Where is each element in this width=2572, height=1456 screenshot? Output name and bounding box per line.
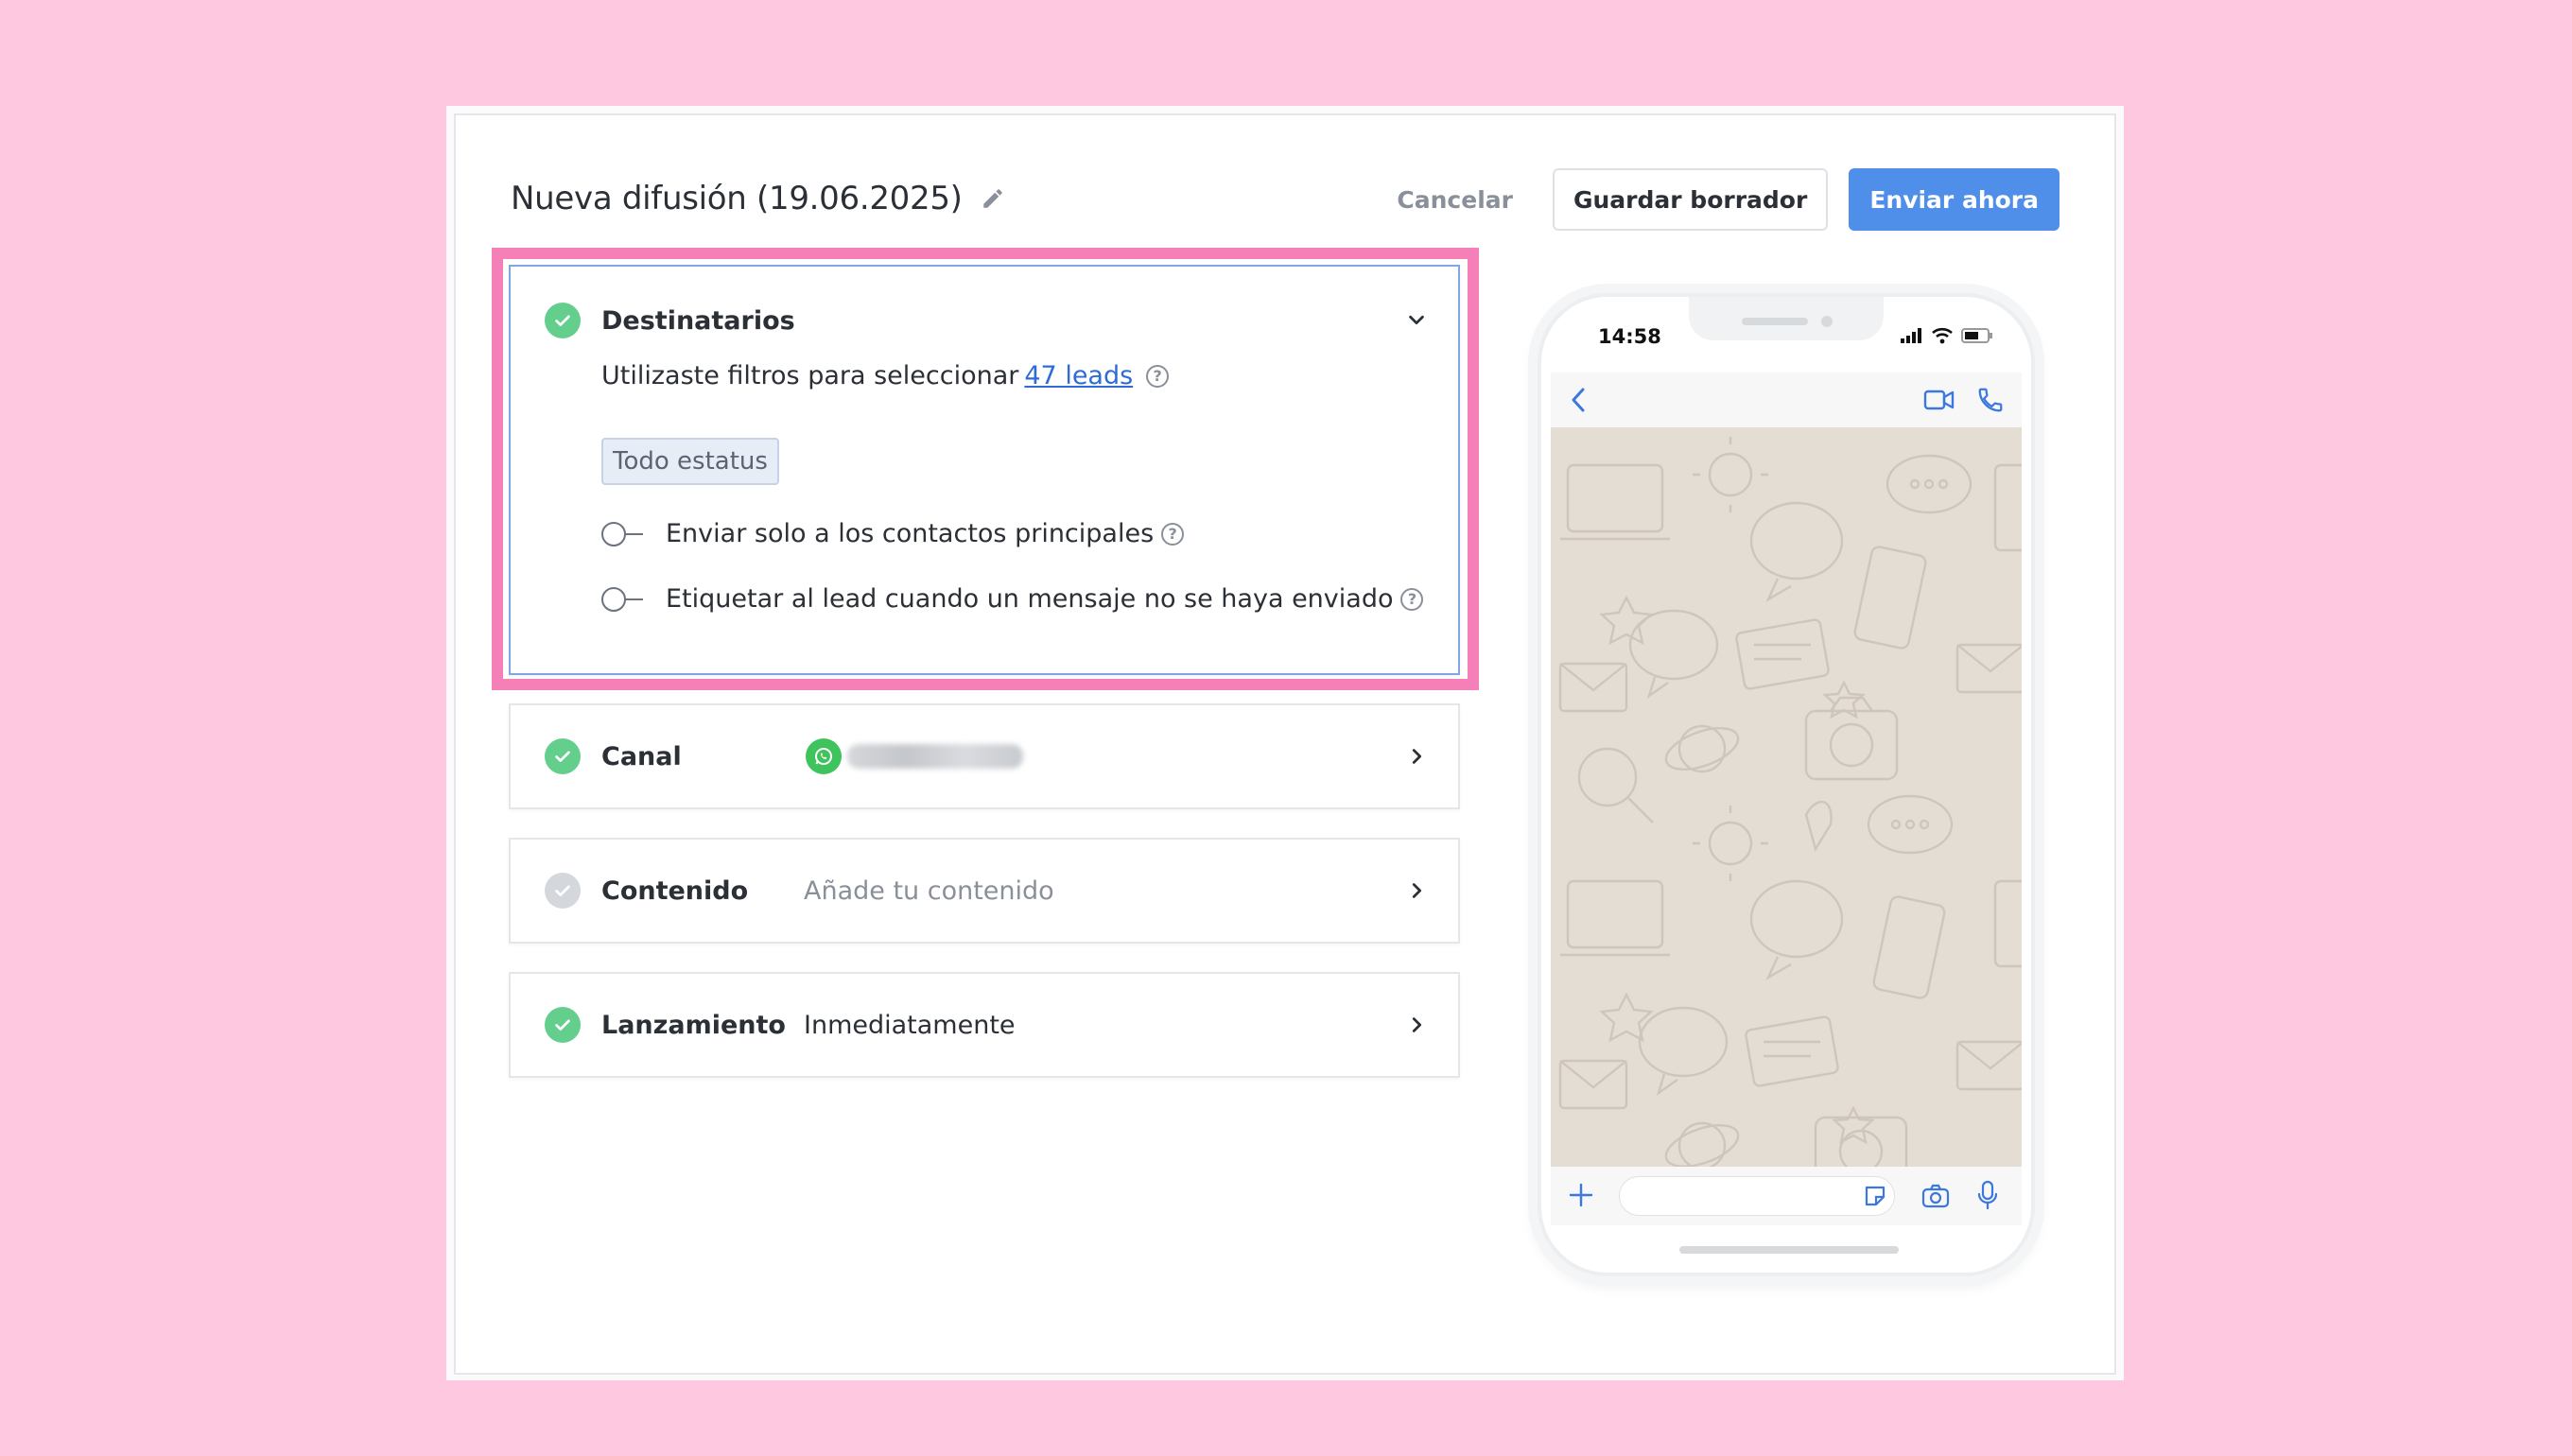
launch-value: Inmediatamente [804, 1010, 1016, 1040]
check-circle-icon [545, 1007, 581, 1043]
content-header: Contenido [545, 840, 748, 942]
blurred-phone-number [847, 744, 1023, 769]
chat-input-bar [1551, 1167, 2022, 1225]
help-icon[interactable]: ? [1161, 522, 1185, 546]
recipients-card[interactable]: Destinatarios Utilizaste filtros para se… [509, 265, 1460, 675]
sticker-icon[interactable] [1863, 1184, 1887, 1213]
chat-header [1551, 373, 2022, 427]
content-label: Contenido [601, 875, 749, 906]
tag-lead-label: Etiquetar al lead cuando un mensaje no s… [666, 584, 1394, 614]
content-placeholder: Añade tu contenido [804, 875, 1054, 906]
modal-actions: Cancelar Guardar borrador Enviar ahora [1378, 168, 2059, 231]
phone-notch [1689, 297, 1884, 340]
battery-icon [1961, 327, 1993, 349]
channel-label: Canal [601, 741, 682, 771]
check-circle-icon [545, 303, 581, 338]
camera-icon[interactable] [1921, 1184, 1950, 1213]
launch-card[interactable]: Lanzamiento Inmediatamente [509, 972, 1460, 1078]
filter-text: Utilizaste filtros para seleccionar [601, 361, 1019, 390]
modal-title: Nueva difusión (19.06.2025) [511, 180, 963, 217]
phone-time: 14:58 [1598, 325, 1661, 348]
doodle-pattern [1558, 437, 2022, 1167]
check-circle-icon [545, 873, 581, 909]
status-tag[interactable]: Todo estatus [601, 438, 779, 485]
filter-summary: Utilizaste filtros para seleccionar 47 l… [601, 361, 1430, 390]
main-contacts-toggle[interactable] [601, 521, 643, 546]
cancel-button[interactable]: Cancelar [1378, 168, 1532, 231]
edit-pencil-icon[interactable] [980, 185, 1006, 212]
phone-call-icon[interactable] [1976, 386, 2005, 419]
signal-icon [1901, 328, 1923, 348]
modal-header: Nueva difusión (19.06.2025) [511, 180, 1006, 217]
message-input[interactable] [1619, 1176, 1895, 1216]
video-call-icon[interactable] [1923, 388, 1955, 417]
content-card[interactable]: Contenido Añade tu contenido [509, 838, 1460, 944]
check-circle-icon [545, 738, 581, 774]
microphone-icon[interactable] [1976, 1180, 1999, 1215]
chevron-right-icon[interactable] [1403, 1012, 1430, 1038]
home-indicator [1679, 1246, 1899, 1254]
help-icon[interactable]: ? [1146, 364, 1170, 388]
help-icon[interactable]: ? [1400, 587, 1424, 611]
tag-lead-toggle[interactable] [601, 586, 643, 612]
chevron-down-icon[interactable] [1403, 306, 1430, 333]
launch-header: Lanzamiento [545, 974, 786, 1076]
toggle-row-tag-lead: Etiquetar al lead cuando un mensaje no s… [601, 584, 1430, 614]
toggle-row-main-contacts: Enviar solo a los contactos principales … [601, 519, 1430, 548]
launch-label: Lanzamiento [601, 1010, 786, 1040]
leads-link[interactable]: 47 leads [1024, 361, 1133, 390]
channel-header: Canal [545, 705, 682, 807]
main-contacts-label: Enviar solo a los contactos principales [666, 519, 1155, 548]
channel-card[interactable]: Canal [509, 703, 1460, 809]
phone-preview: 14:58 [1538, 293, 2035, 1276]
save-draft-button[interactable]: Guardar borrador [1552, 168, 1829, 231]
plus-icon[interactable] [1568, 1182, 1594, 1213]
recipients-label: Destinatarios [601, 305, 795, 336]
wifi-icon [1931, 327, 1954, 349]
send-now-button[interactable]: Enviar ahora [1849, 168, 2059, 231]
whatsapp-icon [806, 738, 842, 774]
recipients-header[interactable]: Destinatarios [545, 303, 795, 338]
chat-wallpaper [1551, 427, 2022, 1167]
phone-status-icons [1901, 327, 1993, 349]
recipients-body: Utilizaste filtros para seleccionar 47 l… [601, 361, 1430, 614]
chevron-right-icon[interactable] [1403, 743, 1430, 770]
channel-value [806, 705, 1023, 807]
chevron-right-icon[interactable] [1403, 877, 1430, 904]
back-arrow-icon[interactable] [1568, 386, 1589, 419]
